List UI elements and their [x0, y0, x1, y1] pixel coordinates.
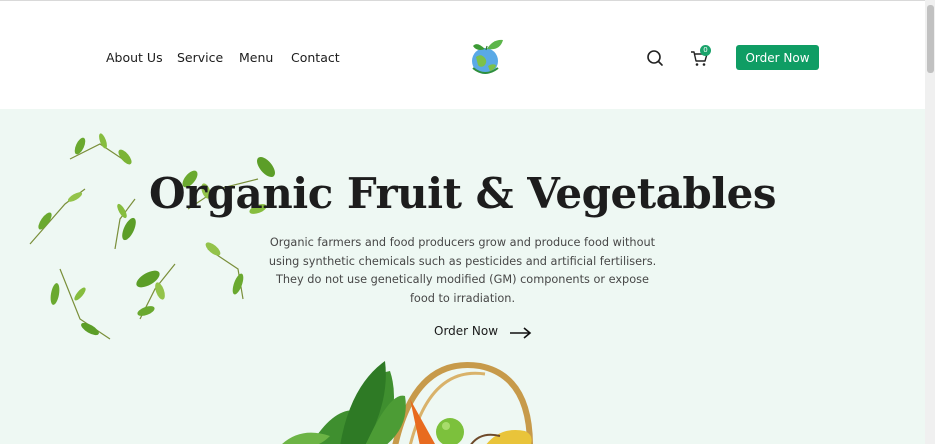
- hero-order-now-link[interactable]: Order Now: [434, 324, 498, 338]
- nav-about-us[interactable]: About Us: [106, 50, 163, 65]
- vegetable-basket-image: [282, 361, 533, 444]
- hero-description: Organic farmers and food producers grow …: [268, 236, 657, 305]
- site-header: About Us Service Menu Contact 0 Order No…: [0, 1, 925, 109]
- hero-section: Organic Fruit & Vegetables Organic farme…: [0, 109, 925, 444]
- leaf-sprigs-bottom-icon: [50, 263, 176, 340]
- arrow-right-icon[interactable]: [509, 326, 533, 340]
- search-icon[interactable]: [645, 48, 665, 68]
- scrollbar-thumb[interactable]: [927, 5, 934, 73]
- order-now-button[interactable]: Order Now: [736, 45, 819, 70]
- cart-count-badge: 0: [700, 45, 711, 56]
- nav-menu[interactable]: Menu: [239, 50, 273, 65]
- nav-service[interactable]: Service: [177, 50, 223, 65]
- hero-title: Organic Fruit & Vegetables: [148, 169, 777, 218]
- nav-contact[interactable]: Contact: [291, 50, 340, 65]
- globe-leaf-logo-icon[interactable]: [467, 38, 507, 78]
